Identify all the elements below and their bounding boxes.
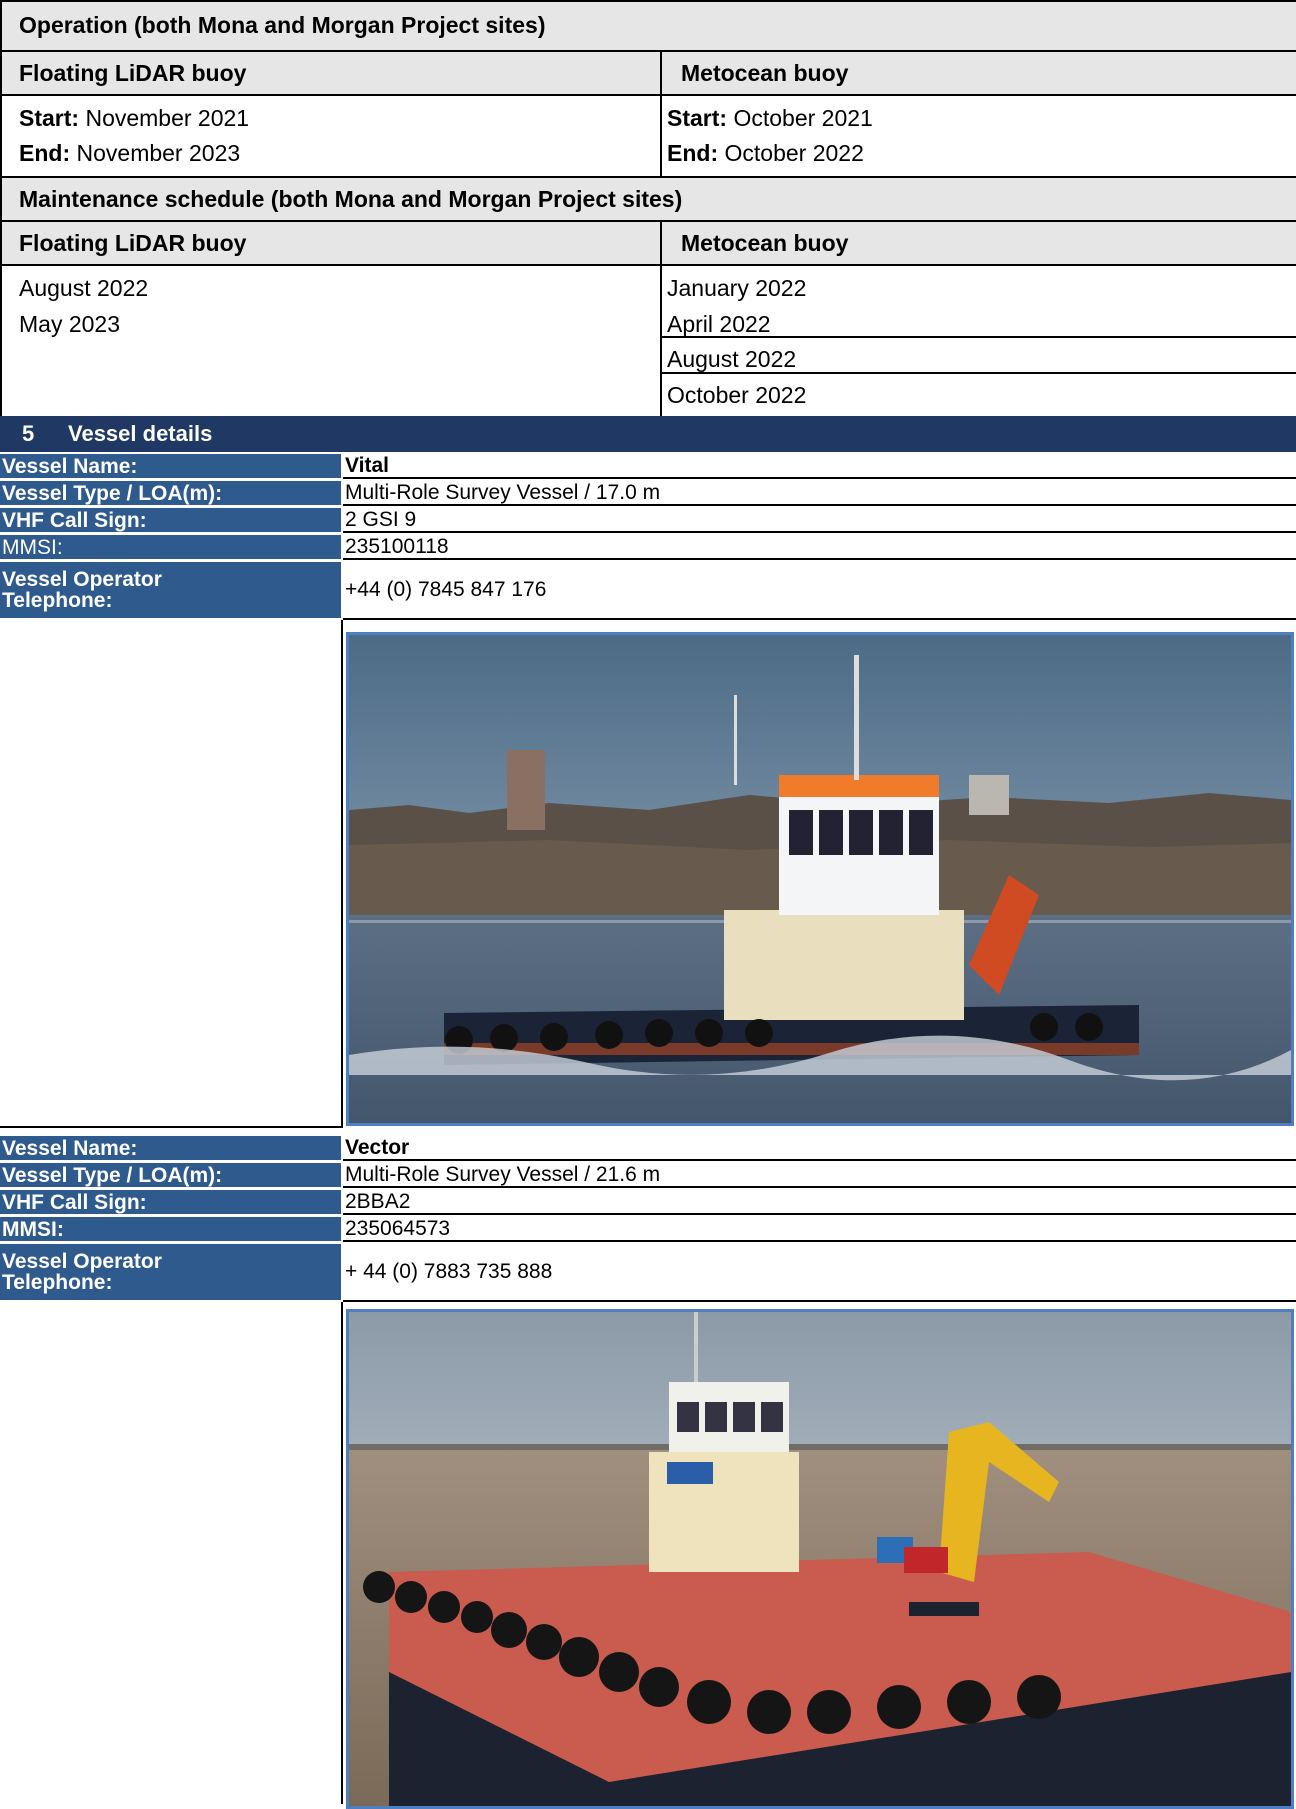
blank-label-cell [0, 620, 343, 1128]
mmsi-value: 235064573 [343, 1217, 1296, 1242]
grid-line [0, 0, 1296, 2]
grid-line [0, 220, 1296, 222]
grid-line [662, 372, 1296, 374]
operation-metocean-header: Metocean buoy [662, 52, 1296, 94]
operator-telephone-label: Vessel Operator Telephone: [0, 562, 274, 618]
grid-line [0, 176, 1296, 178]
metocean-start-value: October 2021 [727, 105, 873, 131]
lidar-start-label: Start: [19, 105, 80, 131]
vhf-call-sign-value: 2BBA2 [343, 1190, 1296, 1215]
maintenance-title: Maintenance schedule (both Mona and Morg… [0, 178, 1296, 220]
grid-line [0, 0, 2, 416]
vessel-vital-photo [349, 635, 1291, 1123]
vhf-call-sign-label: VHF Call Sign: [0, 508, 341, 532]
vessel-photo [346, 1309, 1294, 1809]
vessel-type-label: Vessel Type / LOA(m): [0, 1163, 341, 1187]
vessel-type-value: Multi-Role Survey Vessel / 21.6 m [343, 1163, 1296, 1188]
metocean-start-label: Start: [667, 105, 728, 131]
metocean-maintenance-date: October 2022 [667, 382, 807, 408]
grid-line [662, 336, 1296, 338]
lidar-end-value: November 2023 [70, 140, 241, 166]
grid-line [0, 50, 1296, 52]
metocean-end-label: End: [667, 140, 719, 166]
label-fill [274, 562, 341, 618]
operation-lidar-header: Floating LiDAR buoy [0, 52, 660, 94]
operator-telephone-label: Vessel Operator Telephone: [0, 1244, 274, 1300]
vhf-call-sign-value: 2 GSI 9 [343, 508, 1296, 533]
operator-telephone-value: + 44 (0) 7883 735 888 [343, 1244, 1296, 1302]
lidar-maintenance-date: August 2022 [19, 275, 149, 301]
vessel-name-value: Vital [343, 454, 1296, 479]
vessel-vector-photo [349, 1312, 1291, 1806]
section-number: 5 [22, 421, 35, 446]
vessel-name-label: Vessel Name: [0, 454, 341, 478]
mmsi-label: MMSI: [0, 535, 341, 559]
vessel-name-label: Vessel Name: [0, 1136, 341, 1160]
metocean-maintenance-date: April 2022 [667, 311, 771, 337]
metocean-end: End: October 2022 [667, 140, 864, 167]
operator-telephone-value: +44 (0) 7845 847 176 [343, 562, 1296, 620]
lidar-maintenance-date: May 2023 [19, 311, 121, 337]
metocean-maintenance-date: January 2022 [667, 275, 807, 301]
lidar-end: End: November 2023 [19, 140, 240, 167]
metocean-end-value: October 2022 [718, 140, 864, 166]
lidar-start: Start: November 2021 [19, 105, 249, 132]
operation-title: Operation (both Mona and Morgan Project … [0, 0, 1296, 50]
maintenance-lidar-header: Floating LiDAR buoy [0, 222, 660, 264]
vessel-type-value: Multi-Role Survey Vessel / 17.0 m [343, 481, 1296, 506]
mmsi-value: 235100118 [343, 535, 1296, 560]
grid-line [660, 222, 662, 416]
vessel-photo [346, 632, 1294, 1126]
maintenance-metocean-header: Metocean buoy [662, 222, 1296, 264]
section-header: 5 Vessel details [0, 416, 1296, 452]
metocean-start: Start: October 2021 [667, 105, 873, 132]
mmsi-label: MMSI: [0, 1217, 341, 1241]
metocean-maintenance-date: August 2022 [667, 346, 797, 372]
grid-line [660, 52, 662, 176]
section-title: Vessel details [68, 421, 213, 446]
grid-line [0, 264, 1296, 266]
label-fill [274, 1244, 341, 1300]
grid-line [0, 94, 1296, 96]
blank-label-cell [0, 1302, 343, 1804]
vessel-name-value: Vector [343, 1136, 1296, 1161]
vhf-call-sign-label: VHF Call Sign: [0, 1190, 341, 1214]
vessel-type-label: Vessel Type / LOA(m): [0, 481, 341, 505]
lidar-start-value: November 2021 [79, 105, 250, 131]
lidar-end-label: End: [19, 140, 71, 166]
